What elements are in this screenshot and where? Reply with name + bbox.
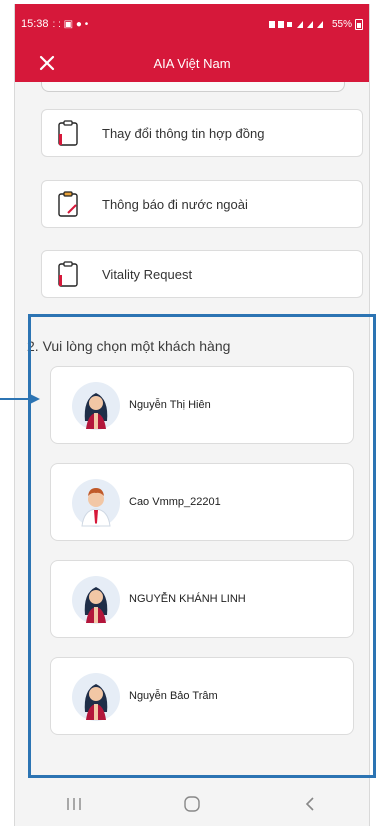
menu-item-label: Vitality Request (102, 266, 193, 282)
customer-name: NGUYỄN KHÁNH LINH (129, 593, 246, 605)
menu-item-label: Thay đổi thông tin hợp đồng (102, 125, 265, 141)
female-avatar-icon (72, 576, 120, 624)
clipboard-edit-icon (58, 191, 78, 217)
recent-apps-icon (67, 798, 81, 810)
female-avatar-icon (72, 673, 120, 721)
close-icon (39, 55, 55, 71)
app-title: AIA Việt Nam (153, 55, 231, 71)
phone-screen: 15:38 : : ▣ ● • 55% AIA Việt Nam Thay đổ… (14, 4, 370, 826)
home-icon (184, 796, 200, 812)
menu-item-change-contract-info[interactable]: Thay đổi thông tin hợp đồng (41, 109, 363, 157)
battery-percent: 55% (331, 18, 352, 30)
app-bar: AIA Việt Nam (15, 44, 369, 82)
customer-name: Nguyễn Thị Hiên (129, 399, 211, 411)
customer-name: Cao Vmmp_22201 (129, 496, 221, 508)
section-heading: 2. Vui lòng chọn một khách hàng (27, 338, 231, 354)
system-nav-bar (15, 782, 369, 826)
back-icon (305, 797, 314, 811)
status-time: 15:38 (21, 18, 49, 30)
customer-card[interactable]: Nguyễn Thị Hiên (50, 366, 354, 444)
menu-item-vitality-request[interactable]: Vitality Request (41, 250, 363, 298)
customer-card[interactable]: NGUYỄN KHÁNH LINH (50, 560, 354, 638)
status-right: 55% (268, 18, 363, 30)
status-left: 15:38 : : ▣ ● • (21, 18, 88, 30)
female-avatar-icon (72, 382, 120, 430)
recent-apps-button[interactable] (54, 789, 94, 819)
back-button[interactable] (290, 789, 330, 819)
customer-card[interactable]: Cao Vmmp_22201 (50, 463, 354, 541)
male-avatar-icon (72, 479, 120, 527)
previous-card-edge (41, 82, 345, 92)
customer-card[interactable]: Nguyễn Bảo Trâm (50, 657, 354, 735)
close-button[interactable] (35, 51, 59, 75)
battery-icon (355, 18, 363, 30)
clipboard-icon (58, 120, 78, 146)
menu-item-label: Thông báo đi nước ngoài (102, 196, 248, 212)
menu-item-travel-abroad-notice[interactable]: Thông báo đi nước ngoài (41, 180, 363, 228)
home-button[interactable] (172, 789, 212, 819)
clipboard-icon (58, 261, 78, 287)
customer-name: Nguyễn Bảo Trâm (129, 690, 218, 702)
notification-icons: : : ▣ ● • (52, 18, 89, 30)
callout-arrow-icon (0, 394, 40, 404)
main-content: Thay đổi thông tin hợp đồng Thông báo đi… (15, 82, 369, 782)
signal-icon (268, 21, 323, 28)
status-bar: 15:38 : : ▣ ● • 55% (15, 4, 369, 44)
